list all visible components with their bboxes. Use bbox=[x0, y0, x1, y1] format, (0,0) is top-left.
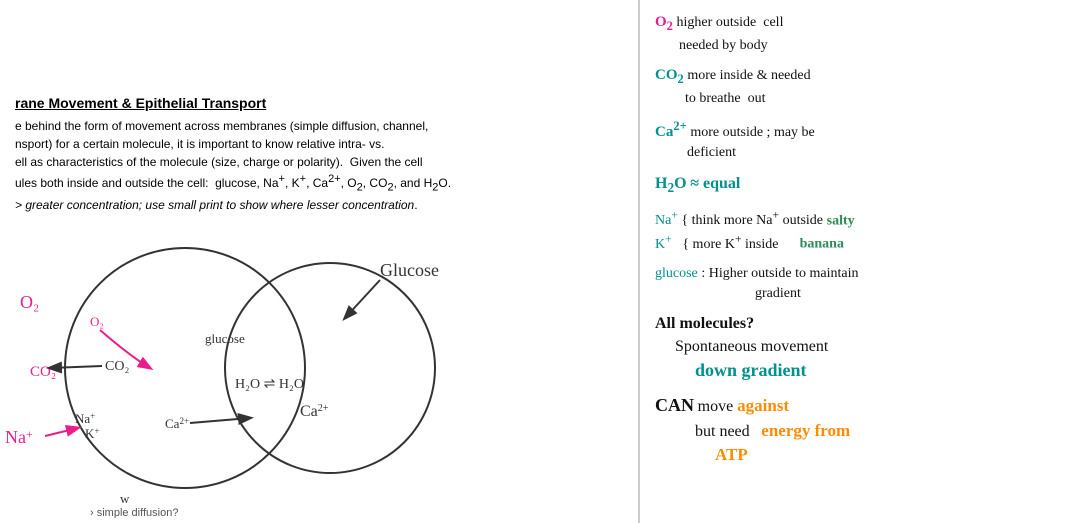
svg-text:H₂O ⇌ H₂O: H₂O ⇌ H₂O bbox=[235, 377, 304, 392]
svg-text:O₂: O₂ bbox=[90, 314, 104, 329]
svg-text:Na+: Na+ bbox=[5, 427, 33, 447]
svg-text:O₂: O₂ bbox=[20, 292, 39, 312]
left-panel: rane Movement & Epithelial Transport e b… bbox=[0, 0, 640, 523]
na-k-annotation: Na+ { think more Na+ outside salty K+ { … bbox=[655, 208, 1059, 255]
h2o-annotation: H2O ≈ equal bbox=[655, 173, 1059, 198]
section-title: rane Movement & Epithelial Transport bbox=[15, 95, 623, 111]
right-panel: O2 higher outside cell needed by body CO… bbox=[640, 0, 1074, 523]
svg-text:CO₂: CO₂ bbox=[105, 359, 129, 374]
svg-text:› simple diffusion?: › simple diffusion? bbox=[90, 507, 178, 518]
svg-text:CO₂: CO₂ bbox=[30, 364, 56, 380]
page-container: rane Movement & Epithelial Transport e b… bbox=[0, 0, 1074, 523]
diagram-svg: O₂ O₂ CO₂ CO₂ Na+ Na+ K+ Glucose glucose… bbox=[0, 208, 630, 518]
svg-text:glucose: glucose bbox=[205, 331, 245, 346]
svg-text:Ca2+: Ca2+ bbox=[300, 403, 329, 420]
body-text: e behind the form of movement across mem… bbox=[15, 117, 615, 214]
o2-annotation: O2 higher outside cell needed by body bbox=[655, 12, 1059, 55]
svg-text:K+: K+ bbox=[85, 426, 99, 441]
can-move-annotation: CAN move against but need energy from AT… bbox=[655, 393, 1059, 467]
svg-text:w: w bbox=[120, 491, 130, 506]
svg-text:Ca2+: Ca2+ bbox=[165, 416, 189, 431]
glucose-annotation: glucose : Higher outside to maintain gra… bbox=[655, 264, 1059, 303]
co2-annotation: CO2 more inside & needed to breathe out bbox=[655, 65, 1059, 108]
svg-text:Glucose: Glucose bbox=[380, 260, 439, 280]
all-molecules-annotation: All molecules? Spontaneous movement down… bbox=[655, 313, 1059, 383]
ca2-annotation: Ca2+ more outside ; may be deficient bbox=[655, 118, 1059, 163]
svg-text:Na+: Na+ bbox=[75, 411, 95, 426]
